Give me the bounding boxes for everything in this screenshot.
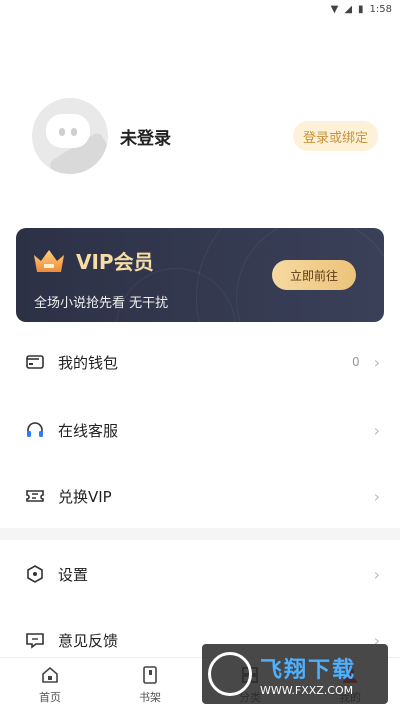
wallet-count: 0 <box>351 355 360 369</box>
ticket-icon <box>24 485 46 507</box>
watermark: 飞翔下载 WWW.FXXZ.COM <box>202 644 388 704</box>
watermark-brand: 飞翔下载 <box>260 657 357 683</box>
crown-icon <box>32 247 66 275</box>
watermark-logo-icon <box>208 652 252 696</box>
watermark-url: WWW.FXXZ.COM <box>260 683 354 697</box>
signal-icon: ◢ <box>344 3 353 15</box>
vip-subtitle: 全场小说抢先看 无干扰 <box>34 296 169 311</box>
menu-item-settings[interactable]: 设置 › <box>0 540 400 608</box>
section-divider <box>0 528 400 540</box>
menu-item-redeem[interactable]: 兑换VIP › <box>0 462 400 530</box>
vip-title: VIP会员 <box>76 250 154 274</box>
avatar[interactable] <box>32 98 108 174</box>
chevron-right-icon: › <box>373 564 380 584</box>
menu-label-wallet: 我的钱包 <box>58 353 119 372</box>
chevron-right-icon: › <box>373 352 380 372</box>
menu-label-settings: 设置 <box>58 565 89 584</box>
tab-label-bookshelf: 书架 <box>139 691 161 704</box>
bookshelf-icon <box>143 666 157 684</box>
profile-name: 未登录 <box>120 128 171 149</box>
tab-bookshelf[interactable]: 书架 <box>100 658 200 712</box>
menu-label-redeem: 兑换VIP <box>58 487 112 506</box>
wallet-icon <box>24 351 46 373</box>
profile-section: 未登录 登录或绑定 <box>32 98 378 174</box>
tab-home[interactable]: 首页 <box>0 658 100 712</box>
login-button[interactable]: 登录或绑定 <box>292 121 378 151</box>
home-icon <box>42 666 58 683</box>
vip-card[interactable]: VIP会员 全场小说抢先看 无干扰 立即前往 <box>16 228 384 322</box>
tab-label-home: 首页 <box>39 691 61 704</box>
chevron-right-icon: › <box>373 420 380 440</box>
battery-icon: ▮ <box>358 3 364 15</box>
menu-item-wallet[interactable]: 我的钱包 0 › <box>0 328 400 396</box>
menu-item-service[interactable]: 在线客服 › <box>0 396 400 464</box>
chevron-right-icon: › <box>373 486 380 506</box>
vip-go-button[interactable]: 立即前往 <box>272 260 356 290</box>
headset-icon <box>24 419 46 441</box>
feedback-icon <box>24 629 46 651</box>
menu-label-service: 在线客服 <box>58 421 119 440</box>
status-bar: ▼ ◢ ▮ 1:58 <box>0 0 400 18</box>
wifi-icon: ▼ <box>330 3 339 15</box>
settings-icon <box>24 563 46 585</box>
status-time: 1:58 <box>369 3 392 15</box>
